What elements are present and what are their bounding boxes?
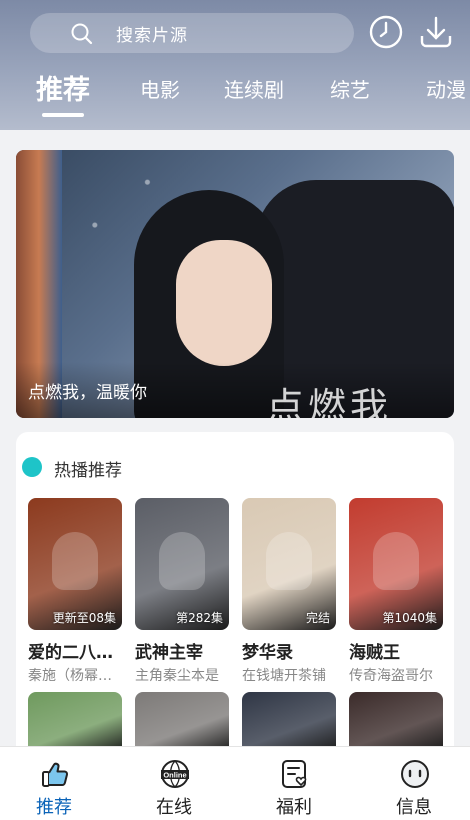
online-globe-icon: Online <box>161 760 189 788</box>
nav-item-message[interactable]: 信息 <box>364 747 464 820</box>
history-clock-icon[interactable] <box>368 14 404 50</box>
gift-card-icon <box>282 760 307 788</box>
tab-recommend[interactable]: 推荐 <box>36 68 90 107</box>
video-poster: 第282集 <box>135 498 229 630</box>
poster-art <box>266 532 312 590</box>
video-title: 梦华录 <box>242 643 293 663</box>
download-icon[interactable] <box>418 14 454 50</box>
online-icon-text: Online <box>163 771 186 780</box>
video-poster-partial[interactable] <box>349 692 443 752</box>
video-poster-partial[interactable] <box>28 692 122 752</box>
nav-label: 福利 <box>276 797 312 818</box>
poster-art <box>373 532 419 590</box>
video-title: 爱的二八定律 <box>28 643 122 663</box>
video-subtitle: 传奇海盗哥尔 <box>349 668 433 684</box>
tab-series[interactable]: 连续剧 <box>224 74 284 103</box>
episode-badge: 完结 <box>305 611 330 625</box>
poster-art <box>159 532 205 590</box>
episode-badge: 第1040集 <box>382 611 437 625</box>
episode-badge: 第282集 <box>176 611 223 625</box>
nav-item-recommend[interactable]: 推荐 <box>4 747 104 820</box>
active-tab-indicator <box>42 113 84 117</box>
thumbs-up-icon <box>42 762 69 787</box>
bottom-nav: 推荐 Online 在线 福利 信息 <box>0 746 470 820</box>
video-item[interactable]: 完结 梦华录 在钱塘开茶铺 <box>242 498 336 685</box>
video-poster: 第1040集 <box>349 498 443 630</box>
search-bar[interactable]: 搜索片源 <box>30 13 354 53</box>
video-poster: 完结 <box>242 498 336 630</box>
episode-badge: 更新至08集 <box>52 611 116 625</box>
tab-movie[interactable]: 电影 <box>140 74 180 103</box>
hero-banner[interactable]: 点燃我 点燃我，温暖你 <box>16 150 454 418</box>
video-subtitle: 秦施（杨幂饰） <box>28 668 122 684</box>
nav-item-welfare[interactable]: 福利 <box>244 747 344 820</box>
section-dot-icon <box>22 457 42 477</box>
nav-item-online[interactable]: Online 在线 <box>124 747 224 820</box>
nav-label: 在线 <box>156 797 192 818</box>
hot-recommend-card: 热播推荐 更新至08集 爱的二八定律 秦施（杨幂饰） 第282集 武神主宰 主角… <box>16 432 454 762</box>
nav-label: 信息 <box>396 797 432 818</box>
video-poster-partial[interactable] <box>135 692 229 752</box>
video-subtitle: 主角秦尘本是 <box>135 668 219 684</box>
video-item[interactable]: 第282集 武神主宰 主角秦尘本是 <box>135 498 229 685</box>
tab-anime[interactable]: 动漫 <box>426 74 466 103</box>
video-poster: 更新至08集 <box>28 498 122 630</box>
video-item[interactable]: 更新至08集 爱的二八定律 秦施（杨幂饰） <box>28 498 122 685</box>
video-title: 武神主宰 <box>135 643 203 663</box>
message-face-icon <box>401 760 429 788</box>
top-header: 搜索片源 推荐 电影 连续剧 综艺 动漫 <box>0 0 470 130</box>
banner-figure-face <box>176 240 272 366</box>
banner-poster-text: 点燃我 <box>266 385 393 418</box>
search-icon <box>71 23 93 45</box>
poster-art <box>52 532 98 590</box>
video-title: 海贼王 <box>349 643 400 663</box>
video-item[interactable]: 第1040集 海贼王 传奇海盗哥尔 <box>349 498 443 685</box>
search-placeholder: 搜索片源 <box>116 26 188 46</box>
category-tabs: 推荐 电影 连续剧 综艺 动漫 <box>0 66 470 114</box>
nav-label: 推荐 <box>36 797 72 818</box>
banner-title: 点燃我，温暖你 <box>28 383 147 403</box>
section-title: 热播推荐 <box>54 461 122 481</box>
video-subtitle: 在钱塘开茶铺 <box>242 668 326 684</box>
tab-variety[interactable]: 综艺 <box>330 74 370 103</box>
video-poster-partial[interactable] <box>242 692 336 752</box>
